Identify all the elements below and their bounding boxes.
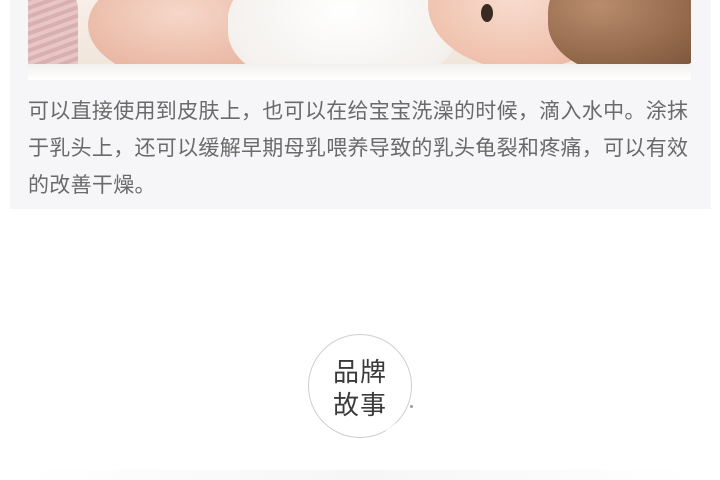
product-usage-description: 可以直接使用到皮肤上，也可以在给宝宝洗澡的时候，滴入水中。涂抹于乳头上，还可以缓… (28, 99, 689, 197)
brand-story-title-line1: 品牌 (332, 358, 387, 388)
next-section-edge (28, 470, 693, 480)
bed-sheet (28, 64, 691, 80)
page: 可以直接使用到皮肤上，也可以在给宝宝洗澡的时候，滴入水中。涂抹于乳头上，还可以缓… (0, 0, 720, 480)
baby-eye (481, 4, 493, 22)
badge-ring-gap (385, 421, 405, 439)
brand-story-title-line2: 故事 (332, 391, 387, 421)
brand-story-badge[interactable]: 品牌 故事 (308, 328, 413, 439)
baby-photo (28, 0, 691, 80)
badge-ring-gap (317, 328, 337, 346)
